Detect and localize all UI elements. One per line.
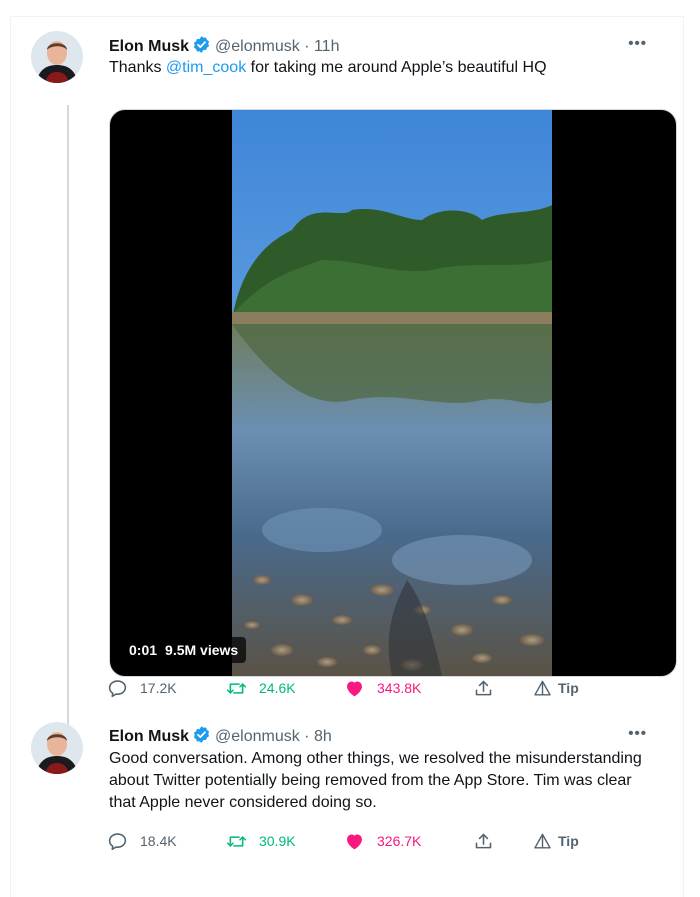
author-handle[interactable]: @elonmusk — [215, 38, 300, 55]
tweet-thread: Elon Musk @elonmusk · 11h ••• Thanks @tim… — [10, 16, 684, 897]
dot-separator: · — [299, 728, 314, 745]
like-icon — [347, 681, 362, 696]
tweet-text: Thanks @tim_cook for taking me around Ap… — [109, 57, 669, 79]
retweet-count: 24.6K — [259, 680, 296, 696]
retweet-icon — [226, 682, 247, 694]
share-icon — [475, 680, 492, 695]
tip-button[interactable]: Tip — [533, 676, 579, 700]
tip-icon — [534, 833, 551, 849]
reply-icon — [108, 679, 127, 697]
tweet-header: Elon Musk @elonmusk · 8h — [109, 725, 332, 750]
like-count: 343.8K — [377, 680, 422, 696]
reply-button[interactable]: 17.2K — [107, 676, 177, 700]
author-name[interactable]: Elon Musk — [109, 38, 189, 55]
mention-link[interactable]: @tim_cook — [166, 59, 246, 76]
avatar[interactable] — [31, 31, 83, 83]
tweet-time[interactable]: 11h — [314, 38, 340, 55]
share-button[interactable] — [473, 829, 506, 853]
share-icon — [475, 833, 492, 848]
share-button[interactable] — [473, 676, 506, 700]
like-count: 326.7K — [377, 833, 422, 849]
like-button[interactable]: 326.7K — [344, 829, 421, 853]
tip-icon — [534, 680, 551, 696]
reply-count: 18.4K — [140, 833, 177, 849]
author-handle[interactable]: @elonmusk — [215, 728, 300, 745]
author-name[interactable]: Elon Musk — [109, 728, 189, 745]
tweet-text-line: Good conversation. Among other things, w… — [109, 750, 642, 767]
tweet-text-line: about Twitter potentially being removed … — [109, 772, 632, 789]
video-frame — [232, 110, 552, 676]
tip-label: Tip — [558, 680, 579, 696]
retweet-icon — [226, 835, 247, 847]
tip-button[interactable]: Tip — [533, 829, 579, 853]
like-icon — [347, 834, 362, 849]
reply-button[interactable]: 18.4K — [107, 829, 177, 853]
dot-separator: · — [299, 38, 314, 55]
tweet-actions: 17.2K 24.6K 343.8K Tip — [107, 676, 607, 700]
more-icon[interactable]: ••• — [628, 35, 647, 52]
tip-label: Tip — [558, 833, 579, 849]
tweet-text-part: Thanks — [109, 59, 166, 76]
video-player[interactable] — [109, 109, 677, 677]
video-overlay: 0:01 9.5M views — [121, 637, 247, 663]
like-button[interactable]: 343.8K — [344, 676, 421, 700]
tweet-text-line: that Apple never considered doing so. — [109, 794, 377, 811]
retweet-count: 30.9K — [259, 833, 296, 849]
reply-count: 17.2K — [140, 680, 177, 696]
retweet-button[interactable]: 24.6K — [226, 676, 296, 700]
tweet-text-part: for taking me around Apple’s beautiful H… — [246, 59, 547, 76]
video-time: 0:01 — [129, 642, 158, 658]
reply-icon — [108, 832, 127, 850]
retweet-button[interactable]: 30.9K — [226, 829, 296, 853]
tweet-actions: 18.4K 30.9K 326.7K Tip — [107, 829, 607, 853]
tweet-text: Good conversation. Among other things, w… — [109, 748, 679, 814]
avatar[interactable] — [31, 722, 83, 774]
more-icon[interactable]: ••• — [628, 725, 647, 742]
tweet-time[interactable]: 8h — [314, 728, 332, 745]
video-views: 9.5M views — [165, 642, 239, 658]
verified-badge-icon — [192, 725, 211, 750]
thread-connector-line — [67, 105, 69, 730]
